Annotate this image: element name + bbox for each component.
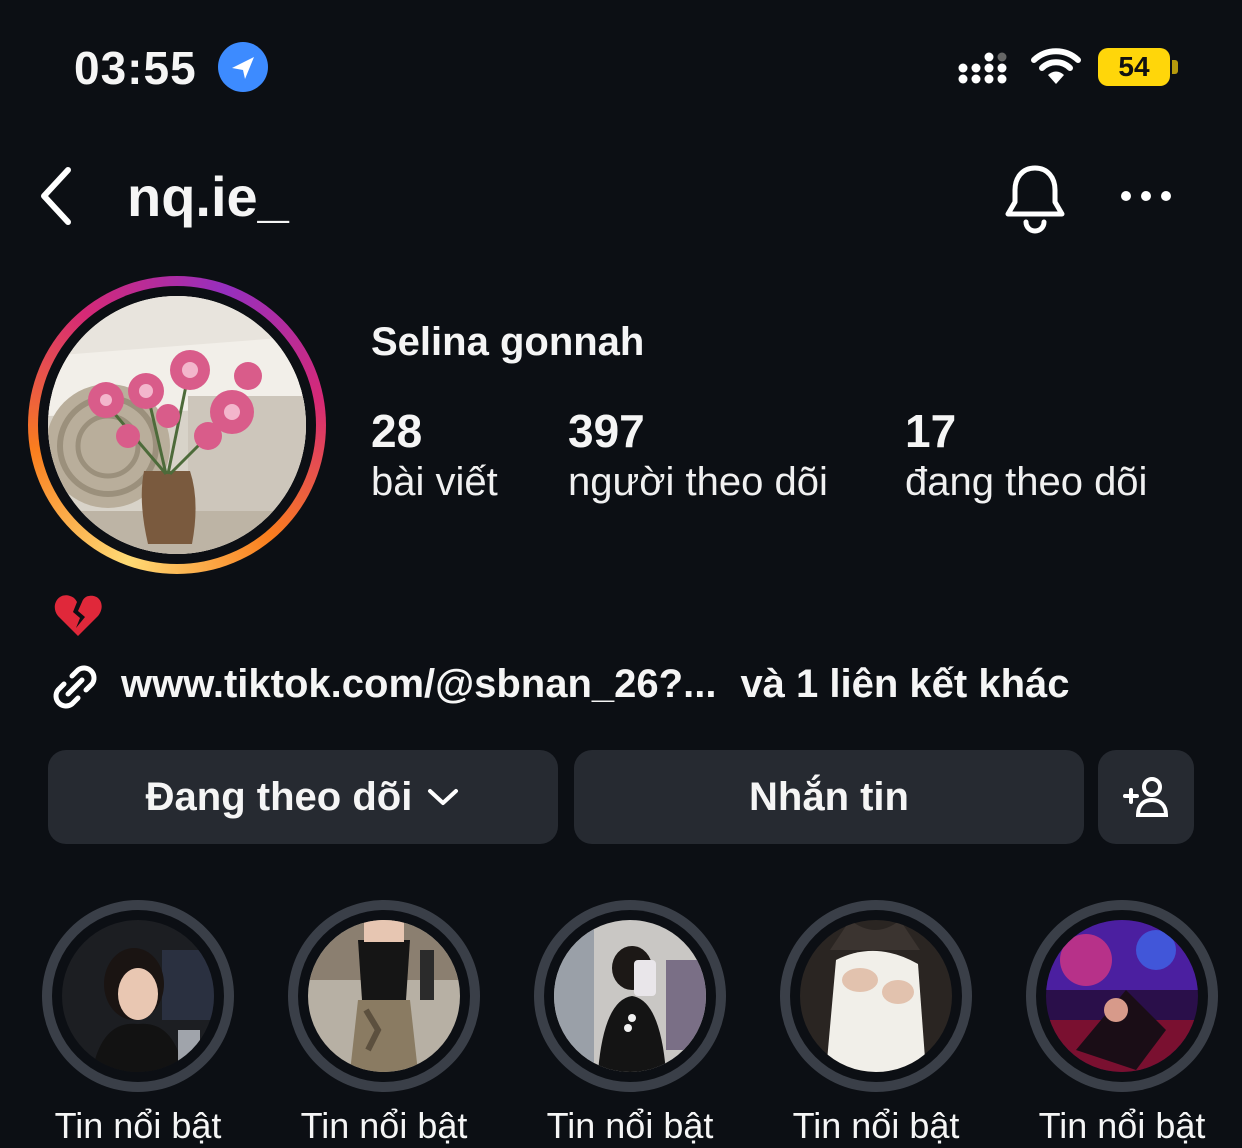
highlight-label: Tin nổi bật [54, 1105, 222, 1146]
highlight-cover [554, 920, 706, 1072]
highlight-item[interactable]: Tin nổi bật [780, 900, 972, 1148]
stat-following-count: 17 [905, 405, 957, 457]
location-arrow-icon [218, 42, 268, 92]
stat-posts-count: 28 [371, 405, 423, 457]
stat-posts-label: bài viết [371, 460, 498, 504]
stat-followers-label: người theo dõi [568, 460, 828, 504]
link-icon [48, 660, 102, 714]
wifi-icon [1030, 46, 1082, 86]
highlight-ring [1026, 900, 1218, 1092]
bio-link-more[interactable]: và 1 liên kết khác [740, 662, 1069, 706]
highlight-ring [534, 900, 726, 1092]
highlight-label: Tin nổi bật [792, 1105, 960, 1146]
stat-following-label: đang theo dõi [905, 460, 1148, 504]
highlight-item[interactable]: Tin nổi bật [534, 900, 726, 1148]
broken-heart-icon [52, 590, 104, 642]
stat-following[interactable]: 17 đang theo dõi [905, 404, 1147, 506]
highlight-cover [308, 920, 460, 1072]
battery-indicator: 54 [1098, 48, 1170, 86]
highlight-cover [62, 920, 214, 1072]
highlight-label: Tin nổi bật [300, 1105, 468, 1146]
message-button-label: Nhắn tin [749, 774, 909, 819]
add-person-icon [1123, 777, 1169, 817]
bio-link-url[interactable]: www.tiktok.com/@sbnan_26?... [121, 662, 716, 706]
cellular-signal-icon [958, 48, 1010, 86]
highlight-ring [780, 900, 972, 1092]
highlight-item[interactable]: Tin nổi bật [288, 900, 480, 1148]
battery-tip [1172, 60, 1178, 74]
highlight-cover [1046, 920, 1198, 1072]
following-button[interactable]: Đang theo dõi [48, 750, 558, 844]
suggest-people-button[interactable] [1098, 750, 1194, 844]
highlight-label: Tin nổi bật [1038, 1105, 1206, 1146]
more-options-icon[interactable] [1118, 178, 1174, 214]
message-button[interactable]: Nhắn tin [574, 750, 1084, 844]
highlight-cover [800, 920, 952, 1072]
stat-posts[interactable]: 28 bài viết [371, 404, 498, 506]
highlight-ring [288, 900, 480, 1092]
following-button-label: Đang theo dõi [145, 774, 413, 819]
stat-followers-count: 397 [568, 405, 645, 457]
bell-icon[interactable] [1002, 162, 1068, 234]
status-time: 03:55 [74, 42, 197, 94]
chevron-down-icon [428, 789, 459, 805]
highlight-item[interactable]: Tin nổi bật [42, 900, 234, 1148]
highlight-ring [42, 900, 234, 1092]
bio-links[interactable]: www.tiktok.com/@sbnan_26?... và 1 liên kế… [121, 660, 1070, 708]
back-icon[interactable] [36, 164, 76, 228]
highlight-label: Tin nổi bật [546, 1105, 714, 1146]
stat-followers[interactable]: 397 người theo dõi [568, 404, 828, 506]
profile-avatar[interactable] [48, 296, 306, 554]
profile-username: nq.ie_ [127, 165, 289, 228]
highlight-item[interactable]: Tin nổi bật [1026, 900, 1218, 1148]
display-name: Selina gonnah [371, 320, 645, 364]
